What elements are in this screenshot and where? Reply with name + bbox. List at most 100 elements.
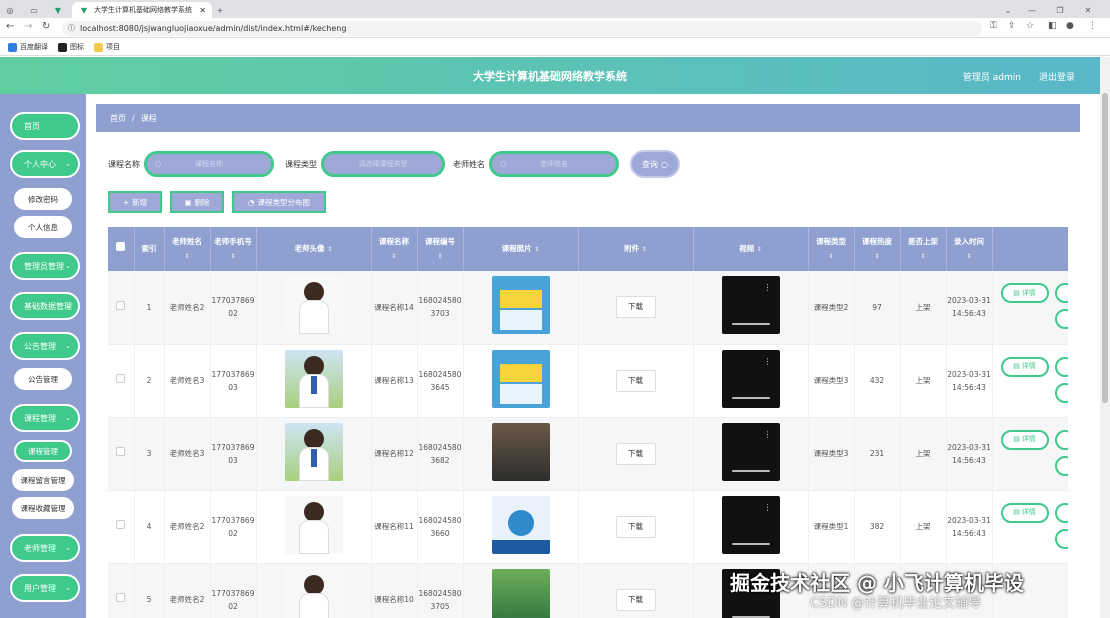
delete-row-button[interactable] xyxy=(1054,309,1068,329)
sidebar-item-teacher-manage[interactable]: 老师管理 ⌄ xyxy=(10,534,80,562)
vue-tab-icon[interactable]: ▼ xyxy=(52,2,64,18)
sort-icon[interactable]: ⇕ xyxy=(874,250,879,264)
header-video[interactable]: 视频 ⇕ xyxy=(693,227,809,271)
course-photo-image[interactable] xyxy=(491,568,550,618)
download-button[interactable]: 下载 xyxy=(615,515,656,538)
menu-icon[interactable]: ⋮ xyxy=(1088,21,1097,31)
type-chart-button[interactable]: ◔ 课程类型分布图 xyxy=(232,191,326,213)
sidebar-item-base-data[interactable]: 基础数据管理 ⌄ xyxy=(10,292,80,320)
teacher-avatar-image[interactable] xyxy=(284,349,343,408)
reload-icon[interactable]: ↻ xyxy=(42,21,50,32)
header-entry-time[interactable]: 录入时间 ⇕ xyxy=(946,227,993,271)
new-tab-button[interactable]: + xyxy=(214,2,226,18)
edit-button[interactable] xyxy=(1054,356,1068,377)
url-field[interactable]: ⓘ localhost:8080/jsjwangluojiaoxue/admin… xyxy=(62,21,982,36)
logout-link[interactable]: 退出登录 xyxy=(1039,70,1075,83)
bookmark-project[interactable]: 项目 xyxy=(94,42,120,52)
detail-button[interactable]: ▤ 详情 xyxy=(1000,502,1049,523)
row-checkbox[interactable] xyxy=(116,593,126,602)
sidepanel-icon[interactable]: ◧ xyxy=(1048,21,1057,31)
page-scrollbar[interactable] xyxy=(1100,57,1110,618)
video-menu-icon[interactable]: ⋮ xyxy=(764,430,772,438)
sidebar-item-course-comment[interactable]: 课程留言管理 xyxy=(12,469,74,491)
sidebar-item-course-manage[interactable]: 课程管理 ⌄ xyxy=(10,404,80,432)
sidebar-item-course-sub[interactable]: 课程管理 xyxy=(14,440,72,462)
sort-icon[interactable]: ⇕ xyxy=(966,250,971,264)
scrollbar-thumb[interactable] xyxy=(1102,93,1108,403)
video-menu-icon[interactable]: ⋮ xyxy=(764,284,772,292)
edit-button[interactable] xyxy=(1054,502,1068,523)
sort-icon[interactable]: ⇕ xyxy=(327,243,332,257)
star-icon[interactable]: ☆ xyxy=(1026,21,1034,31)
sidebar-item-notice-manage[interactable]: 公告管理 ⌄ xyxy=(10,332,80,360)
video-player[interactable]: ⋮ xyxy=(721,495,780,554)
select-all-header[interactable] xyxy=(108,227,135,271)
header-course-name[interactable]: 课程名称 ⇕ xyxy=(371,227,418,271)
header-teacher-phone[interactable]: 老师手机号 ⇕ xyxy=(210,227,257,271)
header-course-heat[interactable]: 课程热度 ⇕ xyxy=(854,227,901,271)
teacher-avatar-image[interactable] xyxy=(284,276,343,335)
sort-icon[interactable]: ⇕ xyxy=(184,250,189,264)
header-on-shelf[interactable]: 是否上架 ⇕ xyxy=(900,227,947,271)
course-photo-image[interactable] xyxy=(491,422,550,481)
teacher-avatar-image[interactable] xyxy=(284,422,343,481)
blank-tab[interactable]: ▭ xyxy=(28,2,40,18)
delete-row-button[interactable] xyxy=(1054,382,1068,403)
course-photo-image[interactable] xyxy=(491,276,550,335)
sidebar-item-notice-sub[interactable]: 公告管理 xyxy=(14,368,72,390)
course-photo-image[interactable] xyxy=(491,495,550,554)
sort-icon[interactable]: ⇕ xyxy=(642,243,647,257)
select-all-checkbox[interactable] xyxy=(116,242,126,251)
sort-icon[interactable]: ⇕ xyxy=(391,250,396,264)
download-button[interactable]: 下载 xyxy=(615,369,656,392)
row-checkbox[interactable] xyxy=(116,447,126,456)
video-menu-icon[interactable]: ⋮ xyxy=(764,503,772,511)
header-attachment[interactable]: 附件 ⇕ xyxy=(578,227,694,271)
row-checkbox[interactable] xyxy=(116,300,126,310)
video-menu-icon[interactable]: ⋮ xyxy=(764,357,772,365)
header-teacher-name[interactable]: 老师姓名 ⇕ xyxy=(164,227,211,271)
row-checkbox[interactable] xyxy=(116,374,126,383)
video-player[interactable]: ⋮ xyxy=(721,276,780,335)
edit-button[interactable] xyxy=(1054,429,1068,450)
restore-icon[interactable]: ❐ xyxy=(1054,2,1066,18)
tab-search-icon[interactable]: ⌄ xyxy=(1002,2,1014,18)
sort-icon[interactable]: ⇕ xyxy=(920,250,925,264)
delete-button[interactable]: ▣ 删除 xyxy=(170,191,224,213)
course-type-select[interactable]: 请选择课程类型 xyxy=(321,151,445,177)
download-button[interactable]: 下载 xyxy=(615,442,656,465)
header-teacher-avatar[interactable]: 老师头像 ⇕ xyxy=(256,227,372,271)
delete-row-button[interactable] xyxy=(1054,455,1068,476)
teacher-name-input[interactable]: ○ 老师姓名 xyxy=(489,151,619,177)
share-icon[interactable]: ⇪ xyxy=(1008,21,1016,31)
tab-close-icon[interactable]: ✕ xyxy=(199,6,206,15)
minimize-icon[interactable]: — xyxy=(1026,2,1038,18)
video-player[interactable]: ⋮ xyxy=(721,422,780,481)
tab-back-icon[interactable]: ◎ xyxy=(4,2,16,18)
detail-button[interactable]: ▤ 详情 xyxy=(1000,429,1049,450)
sidebar-item-home[interactable]: 首页 xyxy=(10,112,80,140)
sidebar-item-personal-center[interactable]: 个人中心 ⌄ xyxy=(10,150,80,178)
teacher-avatar-image[interactable] xyxy=(284,495,343,554)
breadcrumb-home[interactable]: 首页 xyxy=(110,113,126,124)
bookmark-baidu-translate[interactable]: 百度翻译 xyxy=(8,42,48,52)
download-button[interactable]: 下载 xyxy=(615,588,656,611)
sort-icon[interactable]: ⇕ xyxy=(534,243,539,257)
forward-icon[interactable]: → xyxy=(24,21,32,32)
key-icon[interactable]: ⚿ xyxy=(990,21,997,31)
sort-icon[interactable]: ⇕ xyxy=(828,250,833,264)
edit-button[interactable] xyxy=(1054,283,1068,303)
search-button[interactable]: 查询 ○ xyxy=(630,150,680,178)
detail-button[interactable]: ▤ 详情 xyxy=(1000,356,1049,377)
teacher-avatar-image[interactable] xyxy=(284,568,343,618)
sort-icon[interactable]: ⇕ xyxy=(757,243,762,257)
course-name-input[interactable]: ○ 课程名称 xyxy=(144,151,274,177)
header-course-photo[interactable]: 课程照片 ⇕ xyxy=(463,227,579,271)
sidebar-item-user-manage[interactable]: 用户管理 ⌄ xyxy=(10,574,80,602)
bookmark-icons[interactable]: 图标 xyxy=(58,42,84,52)
header-course-code[interactable]: 课程编号 ⇕ xyxy=(417,227,464,271)
sidebar-item-course-favorite[interactable]: 课程收藏管理 xyxy=(12,497,74,519)
window-close-icon[interactable]: ✕ xyxy=(1082,2,1094,18)
video-player[interactable]: ⋮ xyxy=(721,349,780,408)
download-button[interactable]: 下载 xyxy=(615,296,656,319)
